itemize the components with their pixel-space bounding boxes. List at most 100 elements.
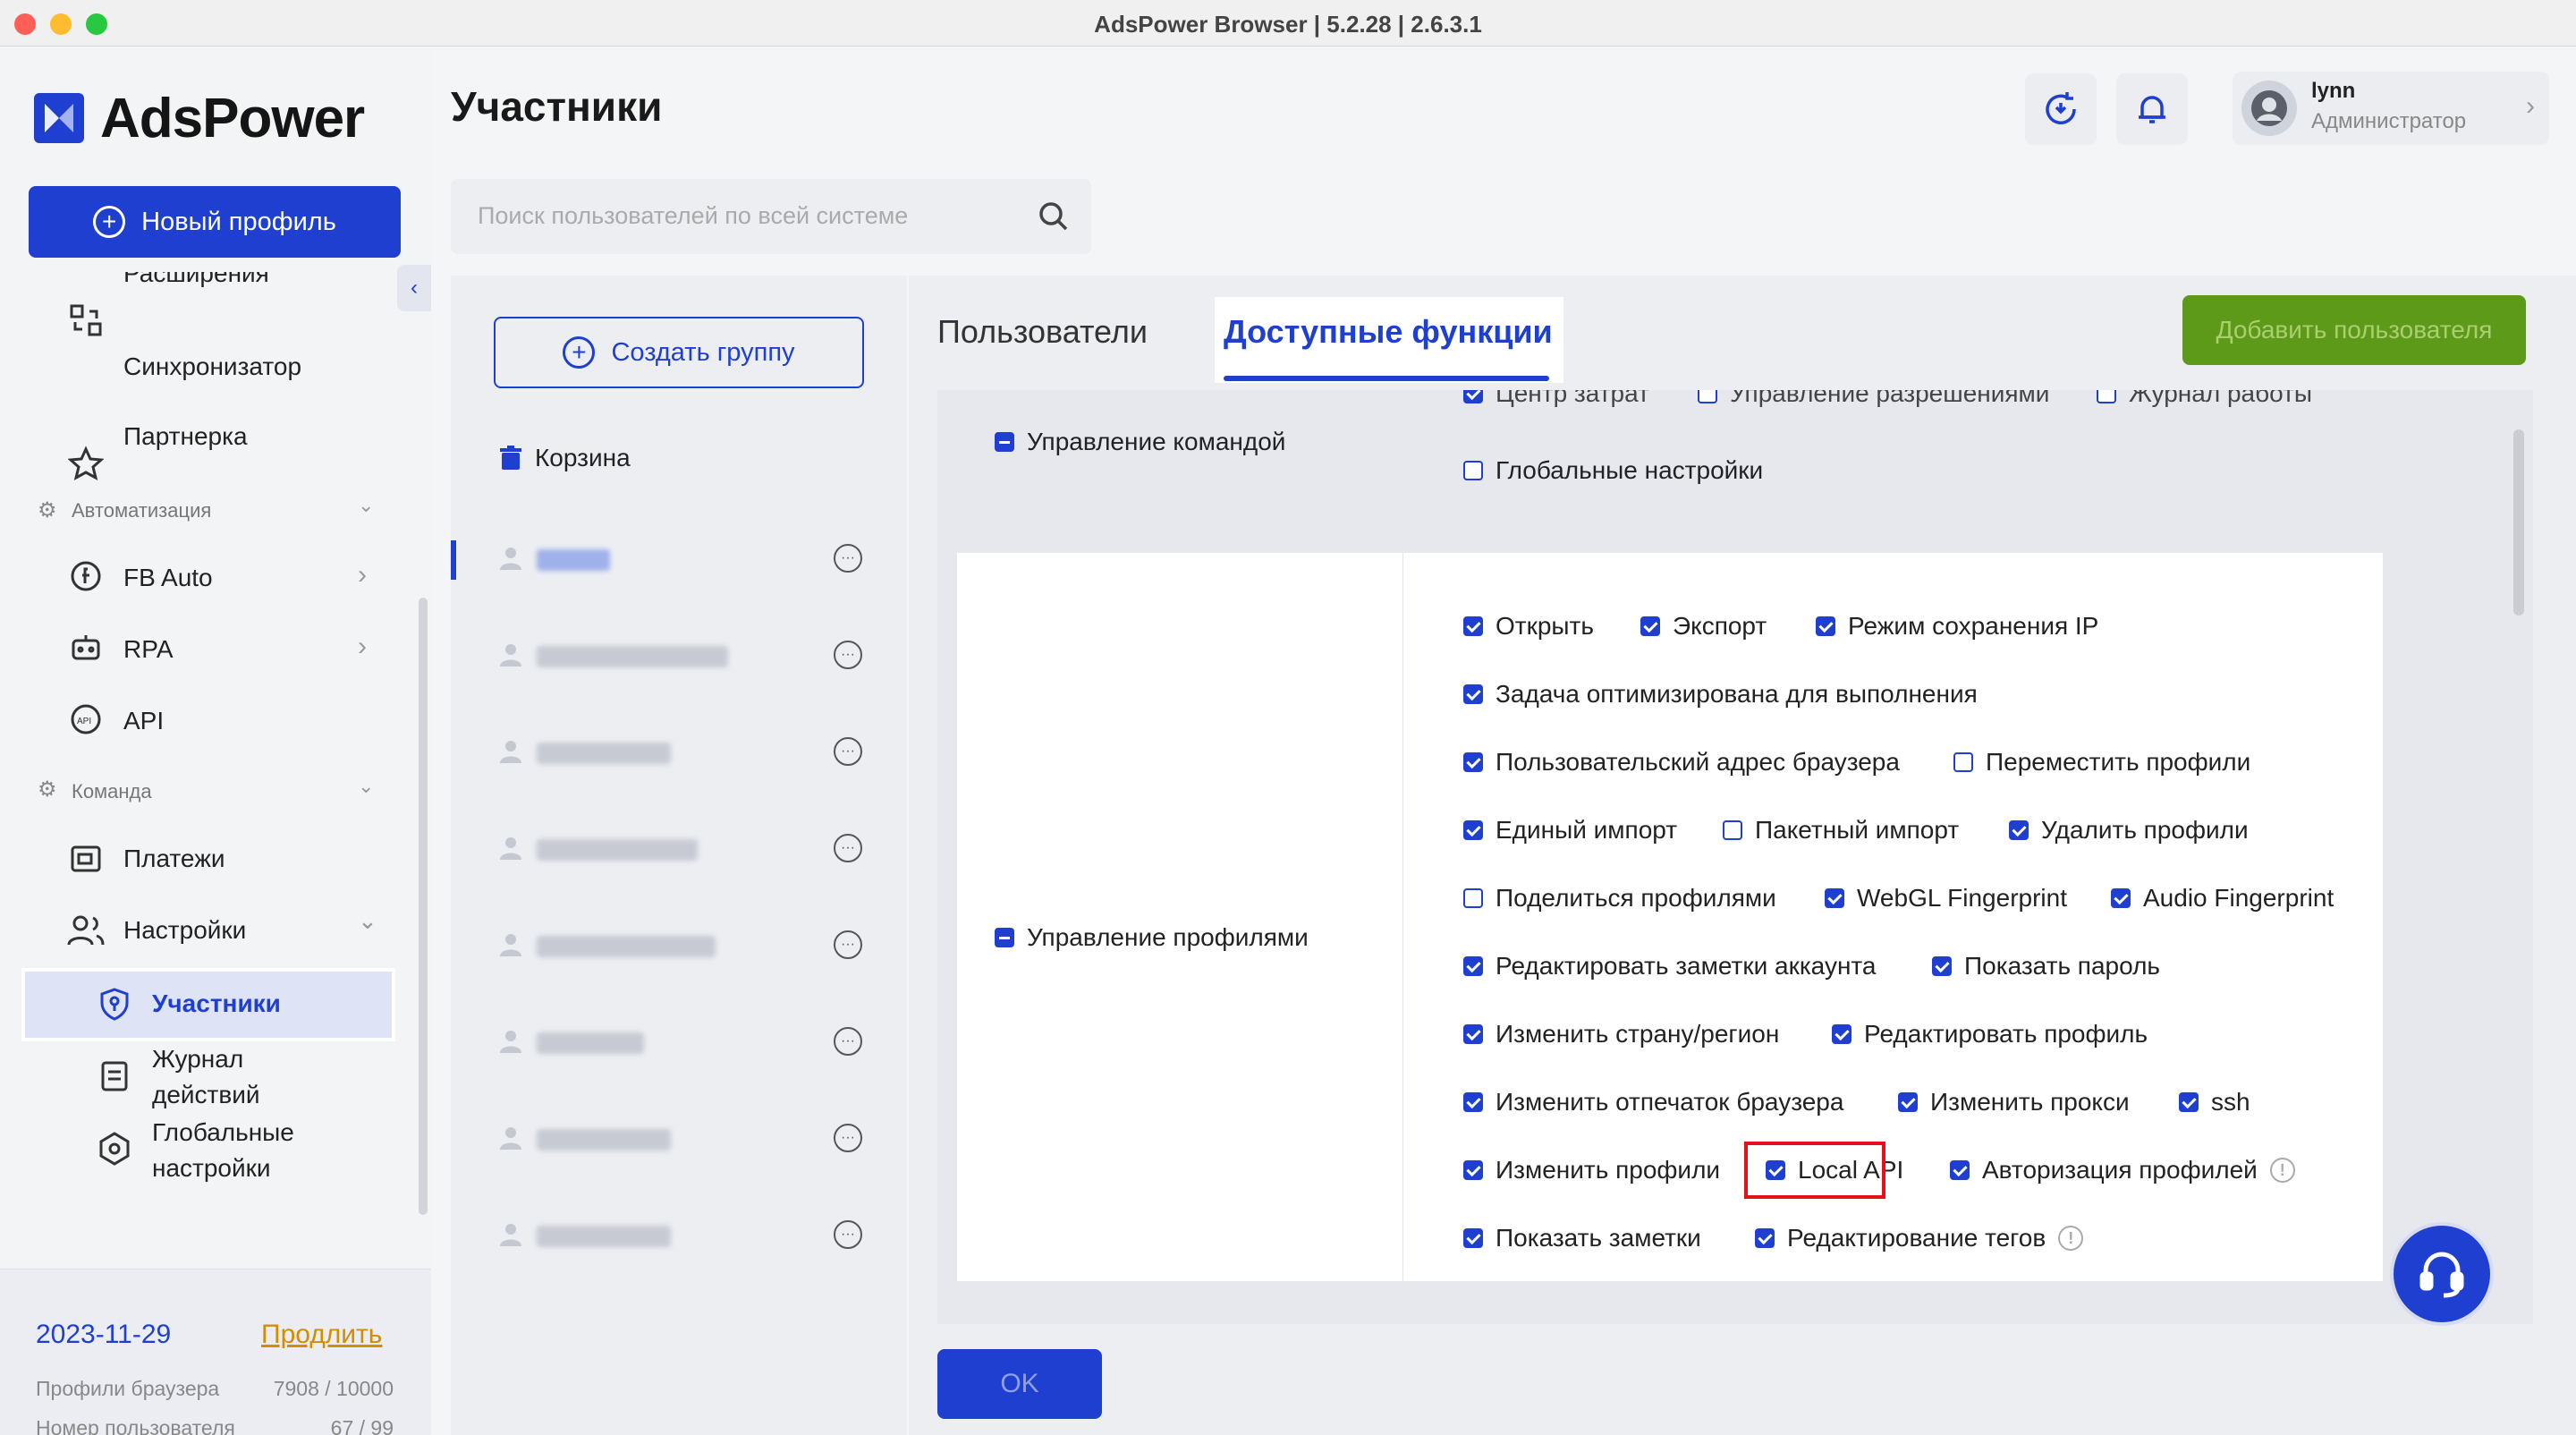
section-automation: Автоматизация <box>72 499 212 522</box>
more-options-icon[interactable]: ··· <box>834 737 862 766</box>
plus-icon: + <box>93 206 126 238</box>
headset-icon <box>2419 1252 2464 1298</box>
perm-audio-fingerprint[interactable]: Audio Fingerprint <box>2111 884 2334 913</box>
perm-profile-authorization[interactable]: Авторизация профилей! <box>1950 1156 2295 1185</box>
create-group-button[interactable]: + Создать группу <box>494 317 864 388</box>
trash-icon <box>500 446 521 470</box>
perm-delete-profiles[interactable]: Удалить профили <box>2009 816 2249 845</box>
perm-custom-browser-url[interactable]: Пользовательский адрес браузера <box>1463 748 1900 777</box>
window-title: AdsPower Browser | 5.2.28 | 2.6.3.1 <box>1094 11 1482 38</box>
trash-group[interactable]: Корзина <box>499 444 631 472</box>
perm-batch-import[interactable]: Пакетный импорт <box>1723 816 1959 845</box>
chevron-down-icon[interactable]: ⌄ <box>358 775 374 798</box>
team-section-icon: ⚙ <box>38 777 57 802</box>
group-row[interactable]: ··· <box>451 531 907 585</box>
perm-webgl-fingerprint[interactable]: WebGL Fingerprint <box>1825 884 2067 913</box>
sidebar-item-global-settings[interactable]: Глобальные настройки <box>152 1115 331 1186</box>
perm-open[interactable]: Открыть <box>1463 612 1594 641</box>
more-options-icon[interactable]: ··· <box>834 1124 862 1152</box>
sidebar-item-fb-auto[interactable]: FB Auto <box>123 564 213 592</box>
perm-edit-account-notes[interactable]: Редактировать заметки аккаунта <box>1463 952 1876 981</box>
add-user-button[interactable]: Добавить пользователя <box>2182 295 2526 365</box>
perm-access-management[interactable]: Управление разрешениями <box>1698 390 2049 408</box>
new-profile-button[interactable]: + Новый профиль <box>29 186 401 258</box>
svg-text:API: API <box>77 717 91 726</box>
perm-change-country[interactable]: Изменить страну/регион <box>1463 1020 1779 1049</box>
user-menu[interactable]: lynn Администратор › <box>2233 72 2549 145</box>
perm-export[interactable]: Экспорт <box>1640 612 1767 641</box>
group-row[interactable]: ··· <box>451 1208 907 1261</box>
group-row[interactable]: ··· <box>451 821 907 875</box>
group-row[interactable]: ··· <box>451 628 907 682</box>
notifications-button[interactable] <box>2116 73 2188 145</box>
sidebar-item-rpa[interactable]: RPA <box>123 635 174 664</box>
perm-change-fingerprint[interactable]: Изменить отпечаток браузера <box>1463 1088 1843 1117</box>
page-title: Участники <box>451 83 663 130</box>
star-icon <box>66 444 106 483</box>
renew-link[interactable]: Продлить <box>261 1320 382 1350</box>
sidebar-item-settings[interactable]: Настройки <box>123 916 246 945</box>
perm-group-profile-management[interactable]: Управление профилями <box>995 923 1309 952</box>
perm-edit-profile[interactable]: Редактировать профиль <box>1832 1020 2148 1049</box>
perm-cost-center[interactable]: Центр затрат <box>1463 390 1649 408</box>
chevron-down-icon[interactable]: ⌄ <box>358 907 377 935</box>
group-row[interactable]: ··· <box>451 1015 907 1068</box>
collapse-sidebar-button[interactable]: ‹ <box>397 265 431 311</box>
payments-icon <box>66 839 106 879</box>
more-options-icon[interactable]: ··· <box>834 1220 862 1249</box>
tab-available-features[interactable]: Доступные функции <box>1224 313 1553 351</box>
sidebar-item-activity-log[interactable]: Журнал действий <box>152 1041 304 1113</box>
permissions-scrollbar[interactable] <box>2513 429 2524 616</box>
user-icon <box>500 548 521 570</box>
ok-button[interactable]: OK <box>937 1349 1102 1419</box>
refresh-icon <box>2046 92 2076 124</box>
group-row[interactable]: ··· <box>451 1111 907 1165</box>
perm-single-import[interactable]: Единый импорт <box>1463 816 1677 845</box>
search-users-input[interactable]: Поиск пользователей по всей системе <box>451 179 1091 254</box>
automation-icon: ⚙ <box>38 498 57 522</box>
robot-icon <box>66 628 106 667</box>
perm-show-notes[interactable]: Показать заметки <box>1463 1224 1701 1252</box>
group-row[interactable]: ··· <box>451 918 907 972</box>
perm-edit-tags[interactable]: Редактирование тегов! <box>1755 1224 2084 1252</box>
sidebar-item-sync[interactable]: Синхронизатор <box>123 352 301 381</box>
more-options-icon[interactable]: ··· <box>834 1027 862 1056</box>
group-row[interactable]: ··· <box>451 725 907 778</box>
chevron-down-icon[interactable]: ⌄ <box>358 494 374 517</box>
perm-optimized-task[interactable]: Задача оптимизирована для выполнения <box>1463 680 1978 709</box>
sidebar-item-extensions[interactable]: Расширения <box>0 272 394 295</box>
perm-ssh[interactable]: ssh <box>2179 1088 2250 1117</box>
perm-ip-save-mode[interactable]: Режим сохранения IP <box>1816 612 2098 641</box>
log-icon <box>95 1056 134 1095</box>
shield-icon <box>95 984 134 1023</box>
more-options-icon[interactable]: ··· <box>834 641 862 669</box>
more-options-icon[interactable]: ··· <box>834 834 862 862</box>
user-icon <box>500 1127 521 1150</box>
sync-status-button[interactable] <box>2025 73 2097 145</box>
sidebar-item-members[interactable]: Участники <box>152 989 281 1018</box>
search-placeholder: Поиск пользователей по всей системе <box>478 202 909 229</box>
more-options-icon[interactable]: ··· <box>834 544 862 573</box>
group-name-redacted <box>537 743 671 764</box>
perm-group-team-management[interactable]: Управление командой <box>995 428 1285 456</box>
adspower-logo-icon <box>34 93 84 143</box>
perm-show-password[interactable]: Показать пароль <box>1932 952 2160 981</box>
perm-share-profiles[interactable]: Поделиться профилями <box>1463 884 1776 913</box>
perm-change-profiles[interactable]: Изменить профили <box>1463 1156 1720 1185</box>
sidebar-item-api[interactable]: API <box>123 707 164 735</box>
sidebar-item-payments[interactable]: Платежи <box>123 845 225 873</box>
avatar <box>2241 81 2297 136</box>
more-options-icon[interactable]: ··· <box>834 930 862 959</box>
sidebar-scrollbar[interactable] <box>419 598 428 1215</box>
support-chat-button[interactable] <box>2390 1222 2494 1326</box>
search-icon[interactable] <box>1036 199 1072 234</box>
info-icon[interactable]: ! <box>2058 1226 2084 1251</box>
perm-change-proxy[interactable]: Изменить прокси <box>1898 1088 2130 1117</box>
hexagon-icon <box>95 1129 134 1168</box>
perm-work-log[interactable]: Журнал работы <box>2097 390 2312 408</box>
tab-users[interactable]: Пользователи <box>937 313 1148 351</box>
sidebar-item-partner[interactable]: Партнерка <box>123 422 248 451</box>
perm-move-profiles[interactable]: Переместить профили <box>1953 748 2250 777</box>
perm-global-settings[interactable]: Глобальные настройки <box>1463 456 1763 485</box>
info-icon[interactable]: ! <box>2269 1158 2295 1183</box>
